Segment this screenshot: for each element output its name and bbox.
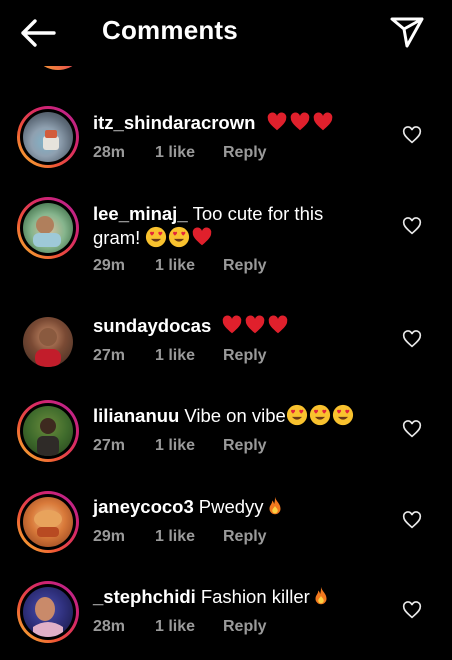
avatar[interactable] (17, 581, 79, 643)
heart-outline-icon[interactable] (402, 511, 422, 529)
avatar[interactable] (17, 311, 79, 373)
red-heart-icon (246, 315, 265, 334)
comment-text-line2: gram! (93, 226, 393, 250)
arrow-left-icon (21, 19, 56, 47)
comment-likes[interactable]: 1 like (155, 437, 223, 455)
comment-text: itz_shindaracrown (93, 111, 393, 135)
red-heart-icon (223, 315, 242, 334)
heart-eyes-emoji-icon (309, 404, 330, 426)
comment-time: 27m (93, 347, 126, 364)
comment-item: janeycoco3 Pwedyy 29m 1 like Reply (0, 480, 452, 570)
comment-username[interactable]: lee_minaj_ (93, 203, 188, 224)
reply-button[interactable]: Reply (223, 437, 267, 455)
comment-time: 29m (93, 528, 126, 545)
comment-item: lee_minaj_ Too cute for this gram! 29m 1 l… (0, 183, 452, 275)
heart-eyes-emoji-icon (332, 404, 353, 426)
comment-meta: 27m 1 like Reply (93, 347, 267, 365)
comment-text: _stephchidi Fashion killer (93, 585, 393, 609)
comment-body: Too cute for this (192, 203, 324, 224)
reply-button[interactable]: Reply (223, 618, 267, 636)
comment-meta: 29m 1 like Reply (93, 257, 267, 275)
avatar[interactable] (17, 400, 79, 462)
heart-eyes-emoji-icon (146, 226, 167, 248)
reply-button[interactable]: Reply (223, 144, 267, 162)
heart-eyes-emoji-icon (169, 226, 190, 248)
comment-likes[interactable]: 1 like (155, 144, 223, 162)
comment-likes[interactable]: 1 like (155, 528, 223, 546)
comment-body: Fashion killer (200, 586, 310, 607)
comment-meta: 28m 1 like Reply (93, 144, 267, 162)
red-heart-icon (313, 112, 332, 131)
comment-time: 29m (93, 257, 126, 274)
page-title: Comments (102, 15, 238, 45)
comment-time: 28m (93, 144, 126, 161)
comment-text: liliananuu Vibe on vibe (93, 404, 393, 428)
heart-outline-icon[interactable] (402, 330, 422, 348)
red-heart-icon (290, 112, 309, 131)
comment-likes[interactable]: 1 like (155, 257, 223, 275)
heart-outline-icon[interactable] (402, 217, 422, 235)
reply-button[interactable]: Reply (223, 347, 267, 365)
comment-likes[interactable]: 1 like (155, 347, 223, 365)
comment-body: Vibe on vibe (184, 405, 286, 426)
comment-time: 28m (93, 618, 126, 635)
red-heart-icon (193, 227, 212, 246)
comment-text: lee_minaj_ Too cute for this (93, 202, 393, 226)
comment-likes[interactable]: 1 like (155, 618, 223, 636)
comment-time: 27m (93, 437, 126, 454)
comment-body-cont: gram! (93, 227, 141, 248)
reply-button[interactable]: Reply (223, 528, 267, 546)
fire-icon (269, 496, 281, 515)
heart-outline-icon[interactable] (402, 126, 422, 144)
comment-meta: 27m 1 like Reply (93, 437, 267, 455)
comment-username[interactable]: sundaydocas (93, 315, 211, 336)
comment-username[interactable]: _stephchidi (93, 586, 196, 607)
fire-icon (315, 586, 327, 605)
comment-meta: 29m 1 like Reply (93, 528, 267, 546)
avatar[interactable] (17, 491, 79, 553)
comment-body: Pwedyy (198, 496, 264, 517)
comment-username[interactable]: itz_shindaracrown (93, 112, 255, 133)
heart-eyes-emoji-icon (286, 404, 307, 426)
avatar[interactable] (17, 106, 79, 168)
header-bar: Comments (0, 0, 452, 66)
comment-username[interactable]: janeycoco3 (93, 496, 194, 517)
comment-item: liliananuu Vibe on vibe 27m 1 like Reply (0, 389, 452, 479)
comment-text: janeycoco3 Pwedyy (93, 495, 393, 519)
back-button[interactable] (18, 16, 58, 50)
comment-meta: 28m 1 like Reply (93, 618, 267, 636)
share-button[interactable] (388, 13, 426, 51)
paper-plane-icon (390, 17, 424, 48)
comment-username[interactable]: liliananuu (93, 405, 179, 426)
red-heart-icon (267, 112, 286, 131)
avatar[interactable] (17, 197, 79, 259)
reply-button[interactable]: Reply (223, 257, 267, 275)
comment-item: sundaydocas 27m 1 like Reply (0, 299, 452, 389)
heart-outline-icon[interactable] (402, 601, 422, 619)
heart-outline-icon[interactable] (402, 420, 422, 438)
red-heart-icon (269, 315, 288, 334)
comment-item: itz_shindaracrown 28m 1 like Reply (0, 92, 452, 182)
comment-text: sundaydocas (93, 314, 393, 338)
